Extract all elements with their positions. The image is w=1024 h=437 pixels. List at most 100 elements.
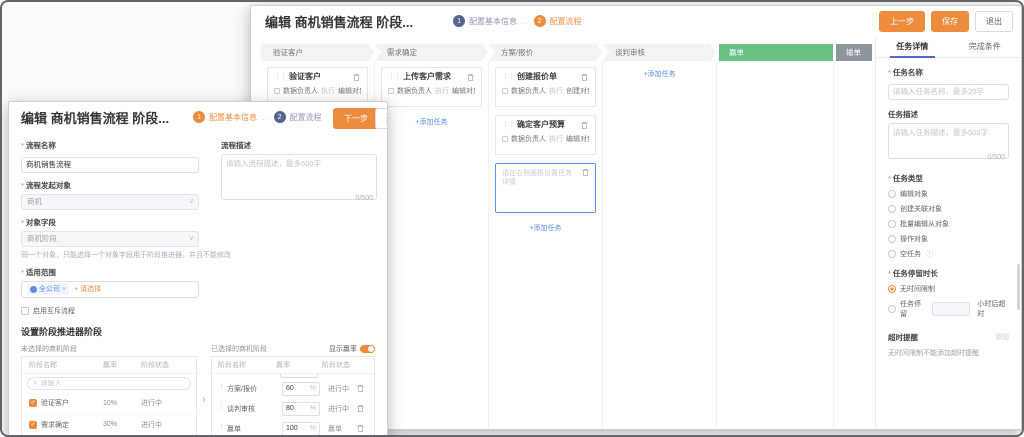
checkbox-checked-icon[interactable]: ✓ — [29, 421, 37, 429]
step-number: 1 — [453, 15, 465, 27]
show-rate-toggle-row: 显示赢率 — [329, 344, 375, 354]
col-header: 赢率 — [276, 360, 322, 370]
rate-input[interactable]: 80% — [282, 402, 320, 416]
meta-exec: 执行 — [549, 134, 563, 144]
stage-header: 谈判审核 — [603, 44, 716, 61]
step-label: 配置基本信息 — [469, 16, 517, 27]
radio-icon[interactable] — [888, 190, 896, 198]
rate-input[interactable]: 100% — [282, 422, 320, 436]
wizard-steps: 1 配置基本信息 .. 2 配置流程 — [193, 111, 321, 123]
step-config-flow[interactable]: 2 配置流程 — [274, 111, 322, 123]
radio-empty-task[interactable]: 空任务 ⓘ — [888, 249, 1009, 259]
exit-button[interactable]: 退出 — [975, 11, 1013, 32]
rate-input[interactable]: 60% — [282, 382, 320, 396]
radio-no-time-limit[interactable]: 无时间限制 — [888, 284, 1009, 294]
trash-icon[interactable] — [581, 168, 590, 177]
radio-icon[interactable] — [888, 205, 896, 213]
save-button[interactable]: 保存 — [931, 11, 969, 32]
reminder-note: 无时间限制不能添加超时提醒 — [888, 348, 1009, 358]
exit-button[interactable]: 退出 — [375, 108, 388, 129]
flow-desc-textarea[interactable] — [221, 154, 377, 200]
radio-icon[interactable] — [888, 305, 896, 313]
stage-name: 方案/报价 — [227, 384, 257, 394]
drag-handle-icon[interactable]: ⋮ — [218, 384, 224, 392]
selected-task-card[interactable]: 请在右侧面板设置任务详情 — [495, 163, 596, 213]
step-config-flow[interactable]: 2 配置流程 — [534, 15, 582, 27]
checkbox-checked-icon[interactable]: ✓ — [29, 399, 37, 407]
object-field-label: 对象字段 — [21, 217, 199, 228]
mutex-checkbox-row[interactable]: 启用互斥流程 — [21, 306, 199, 316]
form-right-column: 流程描述 0/500 — [221, 136, 377, 205]
trash-icon[interactable] — [356, 384, 368, 393]
radio-icon[interactable] — [888, 235, 896, 243]
search-icon: ⌕ — [33, 379, 37, 387]
table-row: ⋮方案/报价 60% 进行中 — [212, 379, 374, 399]
drag-handle-icon[interactable]: ⋮⋮ — [388, 73, 400, 81]
search-box[interactable]: ⌕ — [27, 377, 191, 390]
task-card[interactable]: ⋮⋮ 上传客户需求 数据负责人 执行 编辑对象 操作 — [381, 67, 482, 107]
stage-rate: 30% — [103, 421, 141, 428]
stage-header-win: 赢单 — [719, 44, 833, 61]
object-field-select[interactable]: 商机阶段 ∨ — [21, 231, 199, 247]
scope-tag[interactable]: 全公司 × — [27, 283, 69, 295]
header-actions: 上一步 保存 退出 — [879, 11, 1013, 32]
radio-icon[interactable] — [888, 220, 896, 228]
step-basic-info[interactable]: 1 配置基本信息 — [453, 15, 517, 27]
trash-icon[interactable] — [580, 121, 589, 130]
add-task-link[interactable]: +添加任务 — [381, 117, 482, 127]
scope-input[interactable]: 全公司 × + 请选择 — [21, 281, 199, 298]
drag-handle-icon[interactable]: ⋮ — [218, 404, 224, 412]
flow-name-input[interactable] — [21, 157, 199, 173]
radio-task-stay[interactable]: 任务停留 小时后超时 — [888, 299, 1009, 319]
stage-name: 赢单 — [227, 424, 241, 434]
stage-header: 验证客户 — [261, 44, 374, 61]
reminder-header: 超时提醒 添加 — [888, 332, 1009, 343]
task-card[interactable]: ⋮⋮ 确定客户预算 数据负责人 执行 编辑对象 操作 — [495, 115, 596, 155]
tab-task-detail[interactable]: 任务详情 — [876, 36, 949, 57]
add-task-link[interactable]: +添加任务 — [495, 223, 596, 233]
meta-object: 编辑对象 — [338, 86, 361, 96]
assignee-icon — [502, 136, 508, 142]
meta-object: 创建对象 — [566, 86, 589, 96]
flow-desc-field: 流程描述 0/500 — [221, 140, 377, 205]
info-icon: ⓘ — [926, 249, 933, 259]
drag-handle-icon[interactable]: ⋮⋮ — [502, 121, 514, 129]
wizard-steps: 1 配置基本信息 .. 2 配置流程 — [453, 15, 581, 27]
step-basic-info[interactable]: 1 配置基本信息 — [193, 111, 257, 123]
radio-edit-object[interactable]: 编辑对象 — [888, 189, 1009, 199]
show-rate-toggle[interactable] — [360, 345, 375, 353]
task-type-label: 任务类型 — [888, 173, 1009, 184]
stage-status: 进行中 — [328, 384, 356, 394]
prev-step-button[interactable]: 上一步 — [879, 11, 925, 32]
search-input[interactable] — [40, 380, 185, 387]
radio-create-related-object[interactable]: 创建关联对象 — [888, 204, 1009, 214]
drag-handle-icon[interactable]: ⋮⋮ — [502, 73, 514, 81]
drag-handle-icon[interactable]: ⋮⋮ — [274, 73, 286, 81]
trash-icon[interactable] — [352, 73, 361, 82]
scrollbar-thumb[interactable] — [1017, 264, 1020, 310]
drag-handle-icon[interactable]: ⋮ — [218, 424, 224, 432]
chevron-down-icon: ∨ — [189, 195, 194, 209]
task-desc-field: 任务描述 0/500 — [888, 109, 1009, 164]
trash-icon[interactable] — [580, 73, 589, 82]
stay-hours-input[interactable] — [932, 302, 970, 316]
scope-add-link[interactable]: + 请选择 — [74, 284, 101, 294]
task-card[interactable]: ⋮⋮ 创建报价单 数据负责人 执行 创建对象 操作 — [495, 67, 596, 107]
radio-batch-edit-object[interactable]: 批量编辑从对象 — [888, 219, 1009, 229]
checkbox-icon[interactable] — [21, 307, 29, 315]
close-icon[interactable]: × — [62, 286, 66, 293]
radio-icon[interactable] — [888, 250, 896, 258]
radio-operate-object[interactable]: 操作对象 — [888, 234, 1009, 244]
trash-icon[interactable] — [356, 404, 368, 413]
task-name-input[interactable] — [888, 84, 1009, 100]
trash-icon[interactable] — [356, 424, 368, 433]
trash-icon[interactable] — [466, 73, 475, 82]
transfer-chevron-right-icon[interactable]: › — [197, 342, 211, 406]
add-task-link[interactable]: +添加任务 — [609, 69, 710, 79]
radio-icon-selected[interactable] — [888, 285, 896, 293]
next-step-button[interactable]: 下一步 — [333, 108, 379, 129]
reminder-add-link[interactable]: 添加 — [995, 332, 1009, 342]
rate-value: 100 — [286, 425, 308, 432]
tab-complete-condition[interactable]: 完成条件 — [949, 36, 1022, 57]
flow-object-select[interactable]: 商机 ∨ — [21, 194, 199, 210]
